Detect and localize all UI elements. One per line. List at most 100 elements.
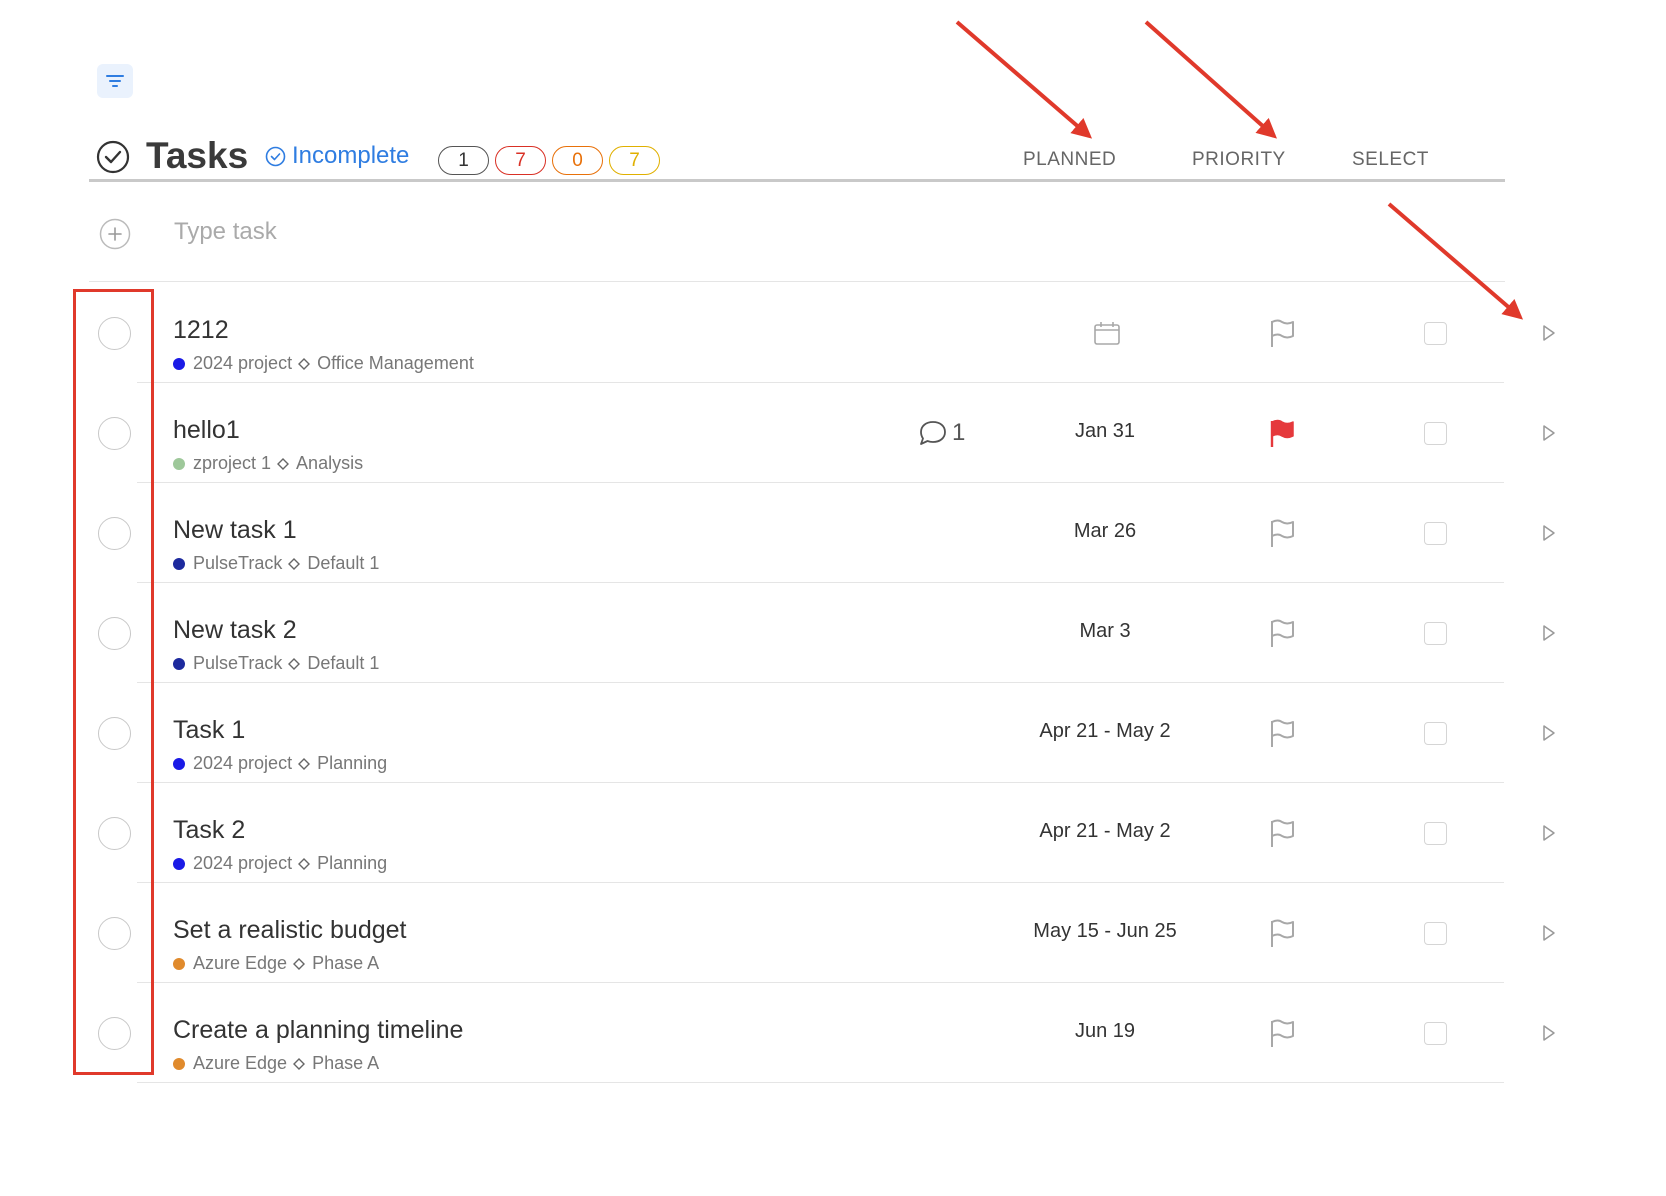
page-title: Tasks xyxy=(146,135,249,176)
comment-count[interactable]: 1 xyxy=(918,419,965,447)
open-task-button[interactable] xyxy=(1541,724,1557,747)
project-name: 2024 project xyxy=(193,353,293,373)
task-name[interactable]: Task 2 xyxy=(173,816,245,845)
select-checkbox[interactable] xyxy=(1424,922,1447,945)
task-name[interactable]: Set a realistic budget xyxy=(173,916,406,945)
priority-flag-button[interactable] xyxy=(1267,717,1297,754)
check-circle-small-icon xyxy=(265,146,286,166)
task-meta: PulseTrack Default 1 xyxy=(173,553,379,574)
open-task-button[interactable] xyxy=(1541,1024,1557,1047)
check-circle-icon xyxy=(96,140,130,174)
flag-icon xyxy=(1271,519,1294,547)
section-name: Phase A xyxy=(312,953,380,973)
task-row[interactable]: New task 1 PulseTrack Default 1 Mar 26 xyxy=(0,483,1666,583)
planned-date[interactable]: Apr 21 - May 2 xyxy=(1005,720,1205,743)
select-checkbox[interactable] xyxy=(1424,722,1447,745)
filter-button[interactable] xyxy=(97,64,133,98)
select-checkbox[interactable] xyxy=(1424,1022,1447,1045)
priority-flag-button[interactable] xyxy=(1267,417,1297,454)
open-task-button[interactable] xyxy=(1541,324,1557,347)
select-checkbox[interactable] xyxy=(1424,322,1447,345)
task-row[interactable]: hello1 zproject 1 Analysis 1 Jan 31 xyxy=(0,383,1666,483)
project-color-dot xyxy=(173,657,185,670)
task-name[interactable]: hello1 xyxy=(173,416,240,445)
open-task-button[interactable] xyxy=(1541,824,1557,847)
flag-red-icon xyxy=(1270,419,1294,447)
project-name: PulseTrack xyxy=(193,553,283,573)
section-name: Planning xyxy=(317,753,388,773)
priority-flag-button[interactable] xyxy=(1267,917,1297,954)
complete-checkbox[interactable] xyxy=(98,1017,131,1050)
open-task-button[interactable] xyxy=(1541,924,1557,947)
row-divider xyxy=(137,1082,1504,1083)
project-color-dot xyxy=(173,457,185,470)
project-color-dot xyxy=(173,357,185,370)
open-task-button[interactable] xyxy=(1541,424,1557,447)
count-badge[interactable]: 7 xyxy=(495,146,546,175)
task-row[interactable]: 1212 2024 project Office Management xyxy=(0,283,1666,383)
task-name[interactable]: Task 1 xyxy=(173,716,245,745)
task-name[interactable]: Create a planning timeline xyxy=(173,1016,463,1045)
planned-date[interactable]: Mar 26 xyxy=(1005,520,1205,543)
flag-icon xyxy=(1271,1019,1294,1047)
select-checkbox[interactable] xyxy=(1424,422,1447,445)
complete-checkbox[interactable] xyxy=(98,317,131,350)
select-checkbox[interactable] xyxy=(1424,522,1447,545)
section-diamond-icon xyxy=(298,757,311,770)
annotation-arrow-priority xyxy=(1144,20,1277,139)
complete-checkbox[interactable] xyxy=(98,517,131,550)
task-name[interactable]: New task 1 xyxy=(173,516,297,545)
open-task-button[interactable] xyxy=(1541,624,1557,647)
column-header-planned[interactable]: PLANNED xyxy=(1023,149,1116,171)
count-badge[interactable]: 0 xyxy=(552,146,603,175)
complete-checkbox[interactable] xyxy=(98,717,131,750)
set-date-button[interactable] xyxy=(1093,320,1121,351)
project-color-dot xyxy=(173,857,185,870)
planned-date[interactable]: Mar 3 xyxy=(1005,620,1205,643)
task-row[interactable]: Set a realistic budget Azure Edge Phase A M… xyxy=(0,883,1666,983)
count-badge[interactable]: 1 xyxy=(438,146,489,175)
planned-date[interactable]: Apr 21 - May 2 xyxy=(1005,820,1205,843)
count-badges: 1707 xyxy=(438,146,666,175)
task-row[interactable]: Task 1 2024 project Planning Apr 21 - May 2 xyxy=(0,683,1666,783)
project-color-dot xyxy=(173,757,185,770)
complete-checkbox[interactable] xyxy=(98,817,131,850)
project-name: Azure Edge xyxy=(193,1053,288,1073)
section-name: Analysis xyxy=(296,453,364,473)
planned-date[interactable]: Jan 31 xyxy=(1005,420,1205,443)
count-badge[interactable]: 7 xyxy=(609,146,660,175)
filter-icon xyxy=(106,75,124,87)
task-row[interactable]: Task 2 2024 project Planning Apr 21 - May 2 xyxy=(0,783,1666,883)
section-diamond-icon xyxy=(277,457,290,470)
play-arrow-icon xyxy=(1543,725,1555,741)
priority-flag-button[interactable] xyxy=(1267,817,1297,854)
task-meta: 2024 project Planning xyxy=(173,853,387,874)
complete-checkbox[interactable] xyxy=(98,617,131,650)
planned-date[interactable]: May 15 - Jun 25 xyxy=(1005,920,1205,943)
play-arrow-icon xyxy=(1543,625,1555,641)
priority-flag-button[interactable] xyxy=(1267,617,1297,654)
flag-icon xyxy=(1271,819,1294,847)
task-name[interactable]: New task 2 xyxy=(173,616,297,645)
priority-flag-button[interactable] xyxy=(1267,517,1297,554)
open-task-button[interactable] xyxy=(1541,524,1557,547)
priority-flag-button[interactable] xyxy=(1267,317,1297,354)
status-filter-toggle[interactable]: Incomplete xyxy=(265,142,409,170)
type-task-input[interactable] xyxy=(174,212,1074,252)
task-row[interactable]: Create a planning timeline Azure Edge Phas… xyxy=(0,983,1666,1083)
plus-circle-icon[interactable] xyxy=(99,218,131,250)
project-name: 2024 project xyxy=(193,753,293,773)
task-row[interactable]: New task 2 PulseTrack Default 1 Mar 3 xyxy=(0,583,1666,683)
complete-checkbox[interactable] xyxy=(98,917,131,950)
column-header-select[interactable]: SELECT xyxy=(1352,149,1429,171)
planned-date[interactable]: Jun 19 xyxy=(1005,1020,1205,1043)
task-name[interactable]: 1212 xyxy=(173,316,229,345)
priority-flag-button[interactable] xyxy=(1267,1017,1297,1054)
select-checkbox[interactable] xyxy=(1424,622,1447,645)
section-diamond-icon xyxy=(293,1057,306,1070)
column-header-priority[interactable]: PRIORITY xyxy=(1192,149,1286,171)
select-checkbox[interactable] xyxy=(1424,822,1447,845)
section-name: Planning xyxy=(317,853,388,873)
section-diamond-icon xyxy=(293,957,306,970)
complete-checkbox[interactable] xyxy=(98,417,131,450)
